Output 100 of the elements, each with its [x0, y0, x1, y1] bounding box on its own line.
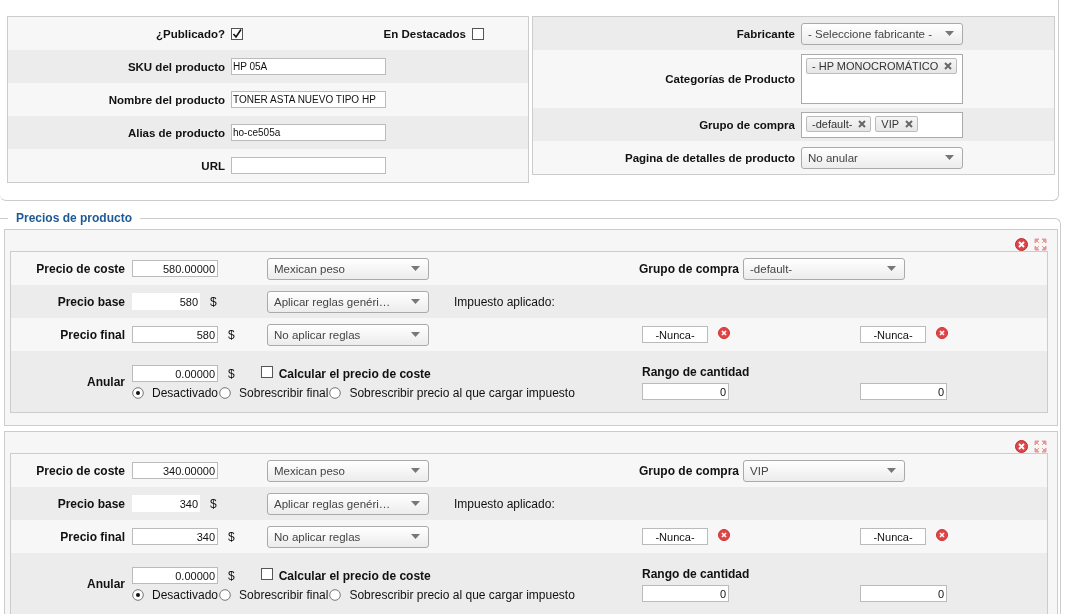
caret-icon[interactable]: [411, 266, 420, 271]
caret-icon[interactable]: [411, 299, 420, 304]
radio-label: Sobrescribir final: [239, 588, 329, 602]
input-field[interactable]: ho-ce505a: [231, 124, 386, 141]
delete-icon[interactable]: [1015, 238, 1028, 251]
tag-field[interactable]: - HP MONOCROMÁTICO: [801, 54, 963, 104]
field-label: Precio base: [56, 294, 125, 309]
input-field[interactable]: 0.00000: [132, 365, 218, 382]
remove-icon[interactable]: [858, 119, 867, 128]
input-field[interactable]: 580: [132, 326, 218, 343]
radio-button[interactable]: [219, 589, 232, 601]
tag-chip[interactable]: -default-: [806, 115, 872, 132]
checkbox[interactable]: [260, 365, 273, 378]
radio-button[interactable]: [132, 387, 144, 399]
input-field[interactable]: -Nunca-: [642, 528, 708, 545]
input-field[interactable]: -Nunca-: [860, 528, 926, 545]
select-dropdown[interactable]: Aplicar reglas genéri…: [267, 290, 429, 313]
input-field[interactable]: 0: [642, 383, 729, 400]
field-label: Grupo de compra: [639, 261, 739, 276]
field-label: Categorías de Producto: [664, 73, 795, 85]
tag-label: -default-: [812, 117, 853, 130]
checkbox[interactable]: [260, 567, 273, 580]
currency-symbol: $: [228, 568, 235, 583]
section-title: Precios de producto: [15, 211, 134, 225]
select-dropdown[interactable]: No anular: [801, 146, 963, 169]
caret-icon[interactable]: [887, 266, 896, 271]
input-field[interactable]: 580: [132, 293, 200, 310]
select-dropdown[interactable]: No aplicar reglas: [267, 525, 429, 548]
checkbox[interactable]: [231, 27, 243, 40]
checkbox-label: Calcular el precio de coste: [278, 568, 431, 583]
tag-field[interactable]: -default- VIP: [801, 111, 963, 138]
select-dropdown[interactable]: -default-: [743, 257, 905, 280]
select-dropdown[interactable]: VIP: [743, 459, 905, 482]
field-label: ¿Publicado?: [155, 27, 225, 40]
tag-label: VIP: [881, 117, 900, 130]
caret-icon[interactable]: [945, 31, 954, 36]
caret-icon[interactable]: [411, 332, 420, 337]
select-dropdown[interactable]: Mexican peso: [267, 257, 429, 280]
radio-button[interactable]: [132, 589, 144, 601]
field-label: Precio final: [59, 529, 125, 544]
select-dropdown[interactable]: Aplicar reglas genéri…: [267, 492, 429, 515]
input-field[interactable]: 0: [860, 585, 947, 602]
currency-symbol: $: [228, 529, 235, 544]
radio-label: Desactivado: [152, 386, 219, 400]
input-field[interactable]: 340.00000: [132, 462, 218, 479]
input-field[interactable]: 340: [132, 495, 200, 512]
remove-icon[interactable]: [905, 119, 914, 128]
checkbox[interactable]: [472, 27, 484, 40]
input-field[interactable]: 580.00000: [132, 260, 218, 277]
field-label: URL: [200, 159, 225, 172]
field-label: Precio de coste: [35, 463, 125, 478]
input-field[interactable]: [231, 157, 386, 174]
input-field[interactable]: -Nunca-: [860, 326, 926, 343]
field-label: En Destacados: [383, 27, 466, 40]
clear-icon[interactable]: [936, 528, 948, 541]
radio-label: Desactivado: [152, 588, 219, 602]
field-label: Grupo de compra: [698, 118, 795, 131]
tag-chip[interactable]: VIP: [875, 115, 919, 132]
caret-icon[interactable]: [411, 534, 420, 539]
field-label: Precio final: [59, 327, 125, 342]
currency-symbol: $: [228, 366, 235, 381]
field-label: Alias de producto: [126, 126, 225, 139]
caret-icon[interactable]: [411, 468, 420, 473]
radio-label: Sobrescribir final: [239, 386, 329, 400]
input-field[interactable]: 0: [642, 585, 729, 602]
remove-icon[interactable]: [944, 62, 953, 70]
radio-button[interactable]: [219, 387, 232, 399]
radio-label: Sobrescribir precio al que cargar impuesto: [349, 386, 575, 400]
input-field[interactable]: -Nunca-: [642, 326, 708, 343]
tag-chip[interactable]: - HP MONOCROMÁTICO: [806, 58, 958, 74]
delete-icon[interactable]: [1015, 440, 1028, 453]
checkbox-label: Calcular el precio de coste: [278, 366, 431, 381]
input-field[interactable]: 340: [132, 528, 218, 545]
select-dropdown[interactable]: Mexican peso: [267, 459, 429, 482]
radio-label: Sobrescribir precio al que cargar impuesto: [349, 588, 575, 602]
select-dropdown[interactable]: - Seleccione fabricante -: [801, 22, 963, 45]
currency-symbol: $: [228, 327, 235, 342]
caret-icon[interactable]: [887, 468, 896, 473]
currency-symbol: $: [210, 496, 217, 511]
select-dropdown[interactable]: No aplicar reglas: [267, 323, 429, 346]
field-label: Rango de cantidad: [642, 365, 750, 379]
tax-label: Impuesto aplicado:: [454, 496, 555, 511]
tax-label: Impuesto aplicado:: [454, 294, 555, 309]
clear-icon[interactable]: [718, 528, 730, 541]
clear-icon[interactable]: [936, 326, 948, 339]
input-field[interactable]: HP 05A: [231, 58, 386, 75]
caret-icon[interactable]: [411, 501, 420, 506]
tag-label: - HP MONOCROMÁTICO: [812, 60, 939, 72]
input-field[interactable]: 0: [860, 383, 947, 400]
field-label: Precio base: [56, 496, 125, 511]
caret-icon[interactable]: [945, 155, 954, 160]
field-label: Anular: [86, 374, 125, 389]
input-field[interactable]: TONER ASTA NUEVO TIPO HP: [231, 91, 386, 108]
radio-button[interactable]: [329, 589, 342, 601]
input-field[interactable]: 0.00000: [132, 567, 218, 584]
field-label: Grupo de compra: [639, 463, 739, 478]
clear-icon[interactable]: [718, 326, 730, 339]
field-label: SKU del producto: [126, 60, 225, 73]
field-label: Nombre del producto: [107, 93, 225, 106]
radio-button[interactable]: [329, 387, 342, 399]
